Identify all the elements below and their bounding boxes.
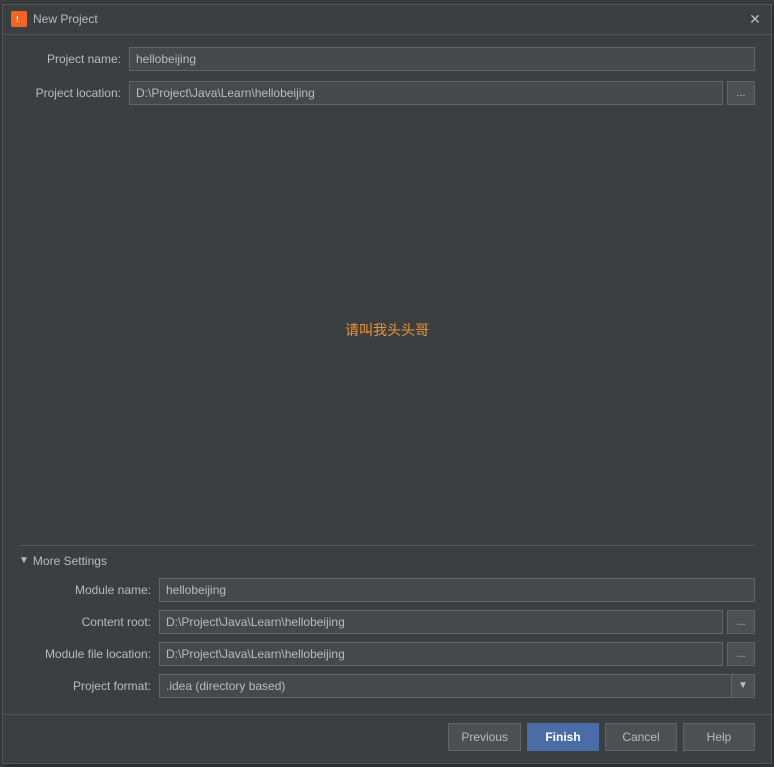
content-root-row: Content root: ... — [19, 610, 755, 634]
project-location-label: Project location: — [19, 86, 129, 100]
finish-button[interactable]: Finish — [527, 723, 599, 751]
cancel-button[interactable]: Cancel — [605, 723, 677, 751]
dialog-buttons: Previous Finish Cancel Help — [3, 714, 771, 763]
module-file-location-label: Module file location: — [19, 647, 159, 661]
svg-text:!: ! — [16, 15, 19, 24]
new-project-dialog: ! New Project ✕ Project name: Project lo… — [2, 4, 772, 764]
module-file-location-browse-button[interactable]: ... — [727, 642, 755, 666]
app-icon: ! — [11, 11, 27, 27]
project-format-select[interactable]: .idea (directory based) .ipr (file based… — [159, 674, 755, 698]
content-root-browse-button[interactable]: ... — [727, 610, 755, 634]
module-name-input[interactable] — [159, 578, 755, 602]
content-root-input-container: ... — [159, 610, 755, 634]
module-file-location-row: Module file location: ... — [19, 642, 755, 666]
main-area: 请叫我头头哥 — [19, 115, 755, 545]
more-settings-triangle-icon: ▼ — [19, 555, 29, 566]
project-location-row: Project location: ... — [19, 81, 755, 105]
project-location-input[interactable] — [129, 81, 723, 105]
watermark-text: 请叫我头头哥 — [345, 320, 429, 340]
dialog-content: Project name: Project location: ... 请叫我头… — [3, 35, 771, 714]
module-name-label: Module name: — [19, 583, 159, 597]
project-location-browse-button[interactable]: ... — [727, 81, 755, 105]
dialog-title: New Project — [33, 12, 741, 26]
module-name-input-container — [159, 578, 755, 602]
project-format-label: Project format: — [19, 679, 159, 693]
previous-button[interactable]: Previous — [448, 723, 521, 751]
more-settings-toggle[interactable]: ▼ More Settings — [19, 554, 755, 568]
help-button[interactable]: Help — [683, 723, 755, 751]
project-name-input-container — [129, 47, 755, 71]
project-format-select-container: .idea (directory based) .ipr (file based… — [159, 674, 755, 698]
more-settings-content: Module name: Content root: ... Module fi… — [19, 578, 755, 714]
more-settings-section: ▼ More Settings Module name: Content roo… — [19, 545, 755, 714]
project-name-label: Project name: — [19, 52, 129, 66]
project-location-input-container: ... — [129, 81, 755, 105]
module-file-location-input[interactable] — [159, 642, 723, 666]
content-root-label: Content root: — [19, 615, 159, 629]
content-root-input[interactable] — [159, 610, 723, 634]
title-bar: ! New Project ✕ — [3, 5, 771, 35]
close-button[interactable]: ✕ — [747, 11, 763, 27]
more-settings-label: More Settings — [33, 554, 107, 568]
module-file-location-input-container: ... — [159, 642, 755, 666]
project-format-row: Project format: .idea (directory based) … — [19, 674, 755, 698]
module-name-row: Module name: — [19, 578, 755, 602]
project-name-row: Project name: — [19, 47, 755, 71]
project-name-input[interactable] — [129, 47, 755, 71]
